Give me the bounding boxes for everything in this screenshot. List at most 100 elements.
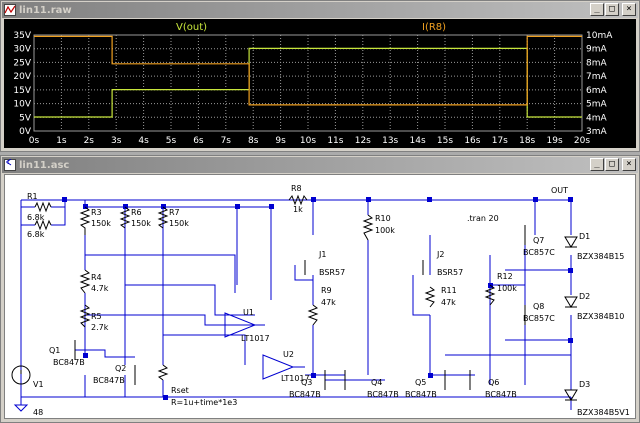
j1-label: J1	[318, 250, 326, 259]
waveform-titlebar[interactable]: lin11.raw _ □ ×	[2, 2, 638, 18]
y-right-tick-label: 4mA	[586, 113, 607, 123]
x-tick-label: 17s	[492, 136, 508, 146]
y-right-tick-label: 6mA	[586, 86, 607, 96]
q5-label: Q5	[415, 378, 426, 387]
j2-label: J2	[436, 250, 444, 259]
q1-label: Q1	[49, 346, 60, 355]
r9-value: 47k	[321, 298, 336, 307]
rset-value: R=1u+time*1e3	[171, 398, 237, 407]
maximize-button[interactable]: □	[605, 158, 619, 171]
schematic-drawing[interactable]: R1 6.8k R2 6.8k R3 150k R6 150k R7 150k …	[5, 175, 637, 422]
r4-value: 4.7k	[91, 284, 109, 293]
r3-value: 150k	[91, 219, 111, 228]
y-left-tick-label: 25V	[13, 58, 31, 68]
r5-label: R5	[91, 312, 102, 321]
schematic-canvas[interactable]: R1 6.8k R2 6.8k R3 150k R6 150k R7 150k …	[4, 174, 636, 419]
r4-label: R4	[91, 273, 102, 282]
x-tick-label: 10s	[300, 136, 316, 146]
y-left-tick-label: 10V	[13, 100, 31, 110]
x-tick-label: 19s	[547, 136, 563, 146]
y-left-tick-label: 20V	[13, 72, 31, 82]
y-left-tick-label: 15V	[13, 86, 31, 96]
d2-value: BZX384B10	[577, 312, 624, 321]
u1-label: U1	[243, 308, 254, 317]
d2-label: D2	[579, 292, 590, 301]
r12-label: R12	[497, 272, 513, 281]
y-left-tick-label: 5V	[19, 113, 32, 123]
q3-label: Q3	[301, 378, 312, 387]
v1-value: 48	[33, 408, 43, 417]
trace-ir8	[34, 35, 582, 106]
waveform-app-icon	[4, 4, 16, 16]
r1-label: R1	[27, 192, 38, 201]
y-right-tick-label: 5mA	[586, 100, 607, 110]
d1-value: BZX384B15	[577, 252, 624, 261]
u2-label: U2	[283, 350, 294, 359]
waveform-window-title: lin11.raw	[19, 4, 72, 16]
x-tick-label: 3s	[111, 136, 122, 146]
x-tick-label: 20s	[574, 136, 590, 146]
q4-value: BC847B	[367, 390, 399, 399]
r6-label: R6	[131, 208, 142, 217]
waveform-chart[interactable]: 35V 10mA 30V 9mA 25V 8mA 20V 7mA 15V 6mA 10V 5mA 5V 4…	[4, 19, 638, 150]
x-tick-label: 5s	[166, 136, 177, 146]
x-tick-label: 8s	[248, 136, 259, 146]
maximize-button[interactable]: □	[605, 3, 619, 16]
r11-label: R11	[441, 286, 457, 295]
q3-value: BC847B	[289, 390, 321, 399]
schematic-window[interactable]: lin11.asc _ □ × R1 6.8k 6.8k R3 150k R6 …	[0, 155, 640, 423]
x-tick-label: 6s	[193, 136, 204, 146]
v1-label: V1	[33, 380, 44, 389]
schematic-titlebar[interactable]: lin11.asc _ □ ×	[2, 157, 638, 173]
minimize-button[interactable]: _	[590, 158, 604, 171]
x-tick-label: 11s	[327, 136, 343, 146]
x-tick-label: 16s	[464, 136, 480, 146]
waveform-window[interactable]: lin11.raw _ □ × 35V 10mA 30V 9mA 25V 8mA 20V 7m…	[0, 0, 640, 152]
y-right-tick-label: 10mA	[586, 31, 613, 41]
r8-label: R8	[291, 184, 302, 193]
close-button[interactable]: ×	[622, 3, 636, 16]
q1-value: BC847B	[53, 358, 85, 367]
x-tick-label: 4s	[138, 136, 149, 146]
x-tick-label: 14s	[410, 136, 426, 146]
r10-label: R10	[375, 214, 391, 223]
d1-label: D1	[579, 232, 590, 241]
r9-label: R9	[321, 286, 332, 295]
x-tick-label: 13s	[382, 136, 398, 146]
schematic-window-title: lin11.asc	[19, 159, 70, 171]
y-right-tick-label: 7mA	[586, 72, 607, 82]
x-tick-label: 12s	[355, 136, 371, 146]
y-right-tick-label: 8mA	[586, 58, 607, 68]
r1-value: 6.8k	[27, 213, 45, 222]
y-right-tick-label: 9mA	[586, 45, 607, 55]
d3-value: BZX384B5V1	[577, 408, 630, 417]
y-left-tick-label: 35V	[13, 31, 31, 41]
r3-label: R3	[91, 208, 102, 217]
x-tick-label: 9s	[275, 136, 286, 146]
waveform-plot-area[interactable]: 35V 10mA 30V 9mA 25V 8mA 20V 7mA 15V 6mA 10V 5mA 5V 4…	[4, 19, 636, 148]
q6-label: Q6	[488, 378, 499, 387]
minimize-button[interactable]: _	[590, 3, 604, 16]
r12-value: 100k	[497, 284, 517, 293]
q7-label: Q7	[533, 236, 544, 245]
close-button[interactable]: ×	[622, 158, 636, 171]
x-tick-label: 1s	[56, 136, 67, 146]
j1-value: BSR57	[319, 268, 345, 277]
tran-directive[interactable]: .tran 20	[467, 214, 499, 223]
x-tick-label: 2s	[84, 136, 95, 146]
j2-value: BSR57	[437, 268, 463, 277]
r6-value: 150k	[131, 219, 151, 228]
r8-value: 1k	[293, 205, 303, 214]
d3-label: D3	[579, 380, 590, 389]
q6-value: BC847B	[485, 390, 517, 399]
r10-value: 100k	[375, 226, 395, 235]
trace-label-ir8: I(R8)	[422, 22, 446, 33]
r11-value: 47k	[441, 298, 456, 307]
schematic-app-icon	[4, 159, 16, 171]
q2-value: BC847B	[93, 376, 125, 385]
x-tick-label: 18s	[519, 136, 535, 146]
r7-label: R7	[169, 208, 180, 217]
q4-label: Q4	[371, 378, 382, 387]
q2-label: Q2	[115, 364, 126, 373]
r5-value: 2.7k	[91, 323, 109, 332]
